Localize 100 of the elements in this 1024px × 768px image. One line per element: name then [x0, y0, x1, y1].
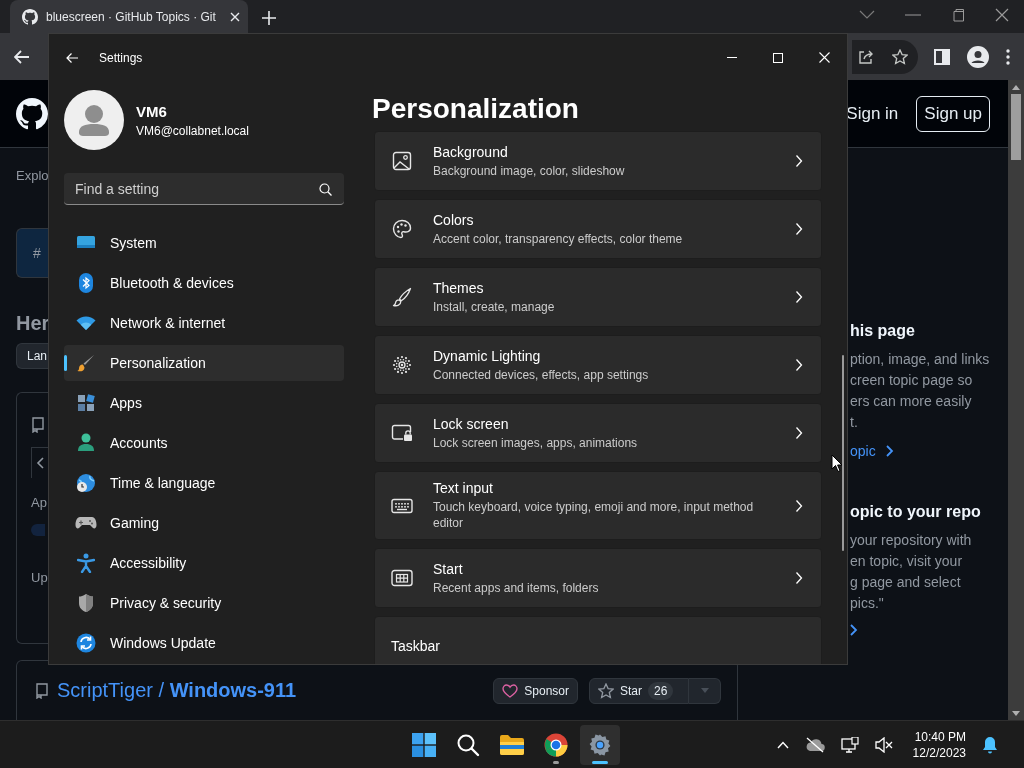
chevron-right-icon [795, 358, 803, 372]
card-title: Colors [433, 211, 475, 228]
settings-card[interactable]: Colors Accent color, transparency effects, color theme [374, 199, 822, 259]
nav-item[interactable]: Personalization [64, 345, 344, 381]
chevron-right-icon[interactable] [850, 624, 858, 636]
explore-link[interactable]: Explo [16, 168, 48, 183]
settings-card[interactable]: Dynamic Lighting Connected devices, effects, app settings [374, 335, 822, 395]
nav-item[interactable]: Accessibility [64, 545, 344, 581]
scrollbar[interactable] [1008, 80, 1024, 720]
chevron-right-icon[interactable] [885, 445, 894, 457]
chevron-down-icon[interactable] [859, 10, 875, 20]
nav-item[interactable]: Accounts [64, 425, 344, 461]
accessibility-icon [77, 553, 95, 573]
sidebar-text: your repository with [850, 531, 973, 550]
clock-date: 12/2/2023 [912, 744, 966, 761]
star-dropdown-button[interactable] [689, 677, 721, 704]
taskbar-app[interactable] [580, 724, 620, 765]
close-icon [818, 52, 830, 63]
topic-tag[interactable]: # [16, 228, 48, 278]
address-bar[interactable] [852, 39, 918, 74]
repo-icon [35, 682, 49, 699]
settings-card[interactable]: Taskbar [374, 616, 822, 664]
sidebar-heading: opic to your repo [850, 502, 982, 522]
scrollbar-thumb[interactable] [1011, 94, 1021, 160]
chevron-right-icon [795, 498, 803, 513]
profile-icon[interactable] [967, 45, 989, 68]
nav-item[interactable]: System [64, 225, 344, 261]
globe-clock-icon [76, 473, 96, 493]
settings-card[interactable]: Start Recent apps and items, folders [374, 548, 822, 608]
card-description: Accent color, transparency effects, color theme [433, 230, 684, 247]
apps-icon [77, 394, 95, 412]
card-title: Start [433, 560, 464, 577]
chevron-right-icon [795, 426, 803, 440]
sun-icon [391, 354, 413, 376]
repo-icon [31, 417, 45, 433]
new-tab-icon[interactable] [262, 11, 276, 25]
chevron-up-icon[interactable] [776, 740, 789, 749]
nav-item[interactable]: Apps [64, 385, 344, 421]
nav-item[interactable]: Network & internet [64, 305, 344, 341]
sidebar-text: ers can more easily [850, 392, 973, 411]
restore-icon[interactable] [951, 8, 965, 22]
volume-muted-icon[interactable] [874, 736, 893, 753]
search-icon [319, 183, 332, 196]
mouse-pointer-icon [831, 454, 843, 473]
brush-icon [392, 287, 412, 307]
bluetooth-icon [78, 273, 94, 293]
nav-item[interactable]: Bluetooth & devices [64, 265, 344, 301]
sidebar-text: pics." [850, 594, 885, 613]
sidebar-link[interactable]: opic [850, 443, 876, 459]
star-button[interactable]: Star 26 [589, 677, 689, 704]
card-description: Recent apps and items, folders [433, 579, 600, 596]
network-icon[interactable] [840, 736, 859, 753]
nav-item[interactable]: Windows Update [64, 625, 344, 661]
settings-card[interactable]: Themes Install, create, manage [374, 267, 822, 327]
user-email: VM6@collabnet.local [136, 123, 249, 138]
palette-icon [392, 219, 412, 239]
section-heading: Her [16, 312, 48, 335]
card-description: Background image, color, slideshow [433, 162, 626, 179]
nav-item[interactable]: Time & language [64, 465, 344, 501]
cloud-off-icon[interactable] [804, 736, 825, 753]
sign-in-link[interactable]: Sign in [846, 103, 899, 124]
side-panel-icon[interactable] [934, 48, 950, 65]
settings-card[interactable]: Lock screen Lock screen images, apps, animations [374, 403, 822, 463]
close-icon[interactable] [995, 8, 1009, 22]
github-logo-icon[interactable] [16, 97, 48, 130]
settings-card[interactable]: Text input Touch keyboard, voice typing, emoji and more, input method editor [374, 471, 822, 540]
chevron-right-icon [795, 290, 803, 304]
nav-item[interactable]: Gaming [64, 505, 344, 541]
card-description: Lock screen images, apps, animations [433, 434, 639, 451]
share-icon[interactable] [858, 48, 874, 65]
sponsor-button[interactable]: Sponsor [493, 677, 578, 704]
sidebar-text: creen topic page so [850, 371, 974, 390]
star-count: 26 [648, 681, 674, 700]
search-field[interactable]: Find a setting [64, 173, 344, 205]
user-name: VM6 [136, 102, 168, 120]
filter-button[interactable]: Lan [16, 343, 48, 369]
settings-card[interactable]: Background Background image, color, slideshow [374, 131, 822, 191]
avatar-icon [64, 90, 124, 150]
chevron-left-icon [36, 457, 44, 469]
more-menu-icon[interactable] [1006, 48, 1010, 65]
bell-icon[interactable] [982, 735, 998, 754]
back-arrow-icon[interactable] [14, 49, 30, 64]
card-description: Install, create, manage [433, 298, 556, 315]
clock[interactable]: 10:40 PM 12/2/2023 [912, 728, 966, 761]
sign-up-button[interactable]: Sign up [916, 95, 990, 132]
maximize-icon [773, 52, 783, 63]
repository-link[interactable]: ScriptTiger / Windows-911 [57, 679, 297, 702]
card-title: Text input [433, 480, 494, 496]
nav-item[interactable]: Privacy & security [64, 585, 344, 621]
heart-icon [502, 683, 519, 698]
star-icon[interactable] [892, 48, 908, 65]
label-pill [31, 524, 45, 536]
scrollbar[interactable] [842, 355, 844, 551]
browser-tab[interactable]: bluescreen · GitHub Topics · Git [10, 0, 248, 33]
card-title: Themes [433, 279, 485, 296]
wifi-icon [76, 315, 96, 331]
chevron-right-icon [795, 154, 803, 168]
windows-logo-icon [412, 732, 436, 757]
list-item: Up [31, 570, 48, 585]
search-icon [456, 732, 480, 757]
